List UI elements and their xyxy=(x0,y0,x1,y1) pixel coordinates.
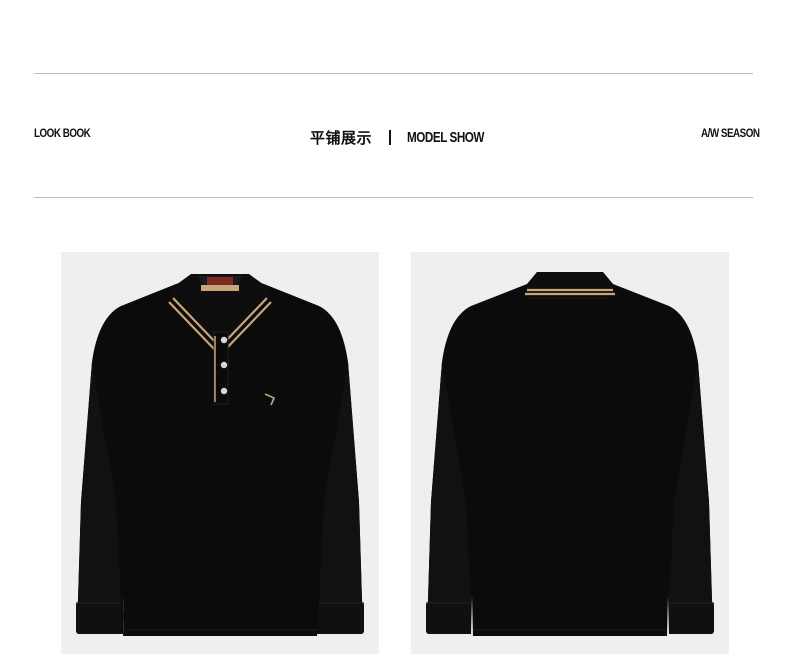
section-title: 平铺展示 MODEL SHOW xyxy=(310,124,506,150)
top-divider-line xyxy=(34,73,753,74)
season-label: A/W SEASON xyxy=(701,126,760,140)
bottom-divider-line xyxy=(34,197,753,198)
back-polo-image xyxy=(426,272,714,636)
front-polo-image xyxy=(76,274,364,636)
front-view-photo xyxy=(61,252,379,654)
section-title-en: MODEL SHOW xyxy=(407,128,485,146)
look-book-label: LOOK BOOK xyxy=(34,126,91,140)
section-title-cn: 平铺展示 xyxy=(310,128,373,147)
back-view-photo xyxy=(411,252,729,654)
title-separator xyxy=(389,129,392,145)
